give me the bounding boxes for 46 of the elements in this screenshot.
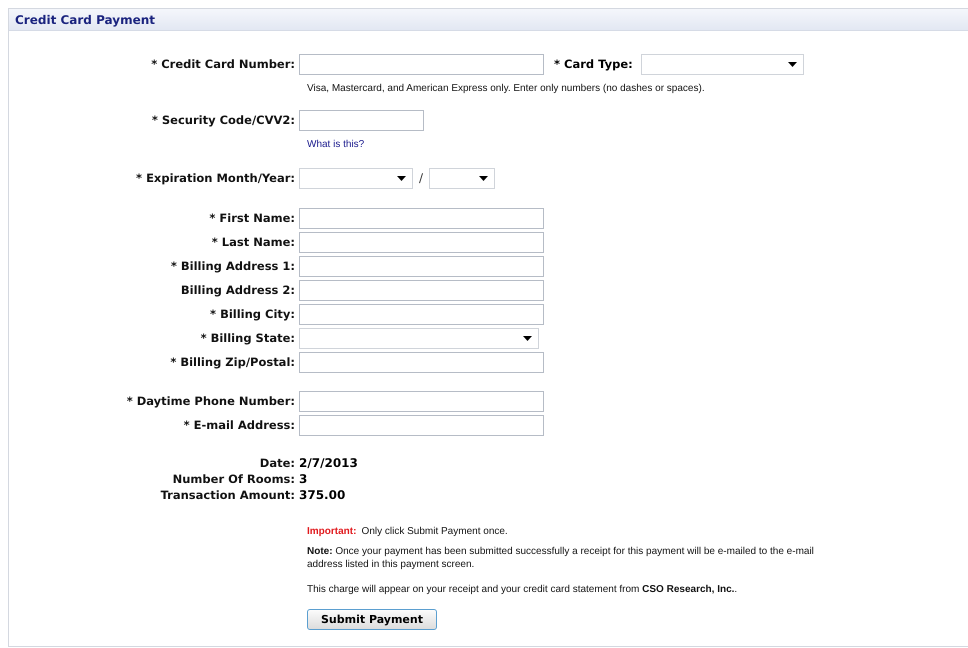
- caret-icon: [523, 336, 532, 340]
- input-field[interactable]: [299, 414, 544, 436]
- field-label: * Billing City:: [209, 307, 296, 321]
- note-text: Note: Once your payment has been submitted successfully a receipt for this payment will be e-mailed to the e-mail address listed in this payment screen.: [307, 545, 815, 571]
- panel-title: Credit Card Payment: [15, 12, 156, 26]
- input-field[interactable]: [299, 54, 544, 74]
- dropdown[interactable]: [429, 168, 496, 188]
- input-field[interactable]: [299, 110, 424, 130]
- input-field[interactable]: [299, 352, 544, 372]
- input-field[interactable]: [299, 256, 544, 276]
- field-label: * Billing State:: [200, 331, 296, 345]
- separator-text: /: [419, 171, 424, 185]
- caret-icon: [397, 176, 406, 180]
- input-field[interactable]: [299, 280, 544, 300]
- field-label: * Credit Card Number:: [150, 57, 296, 71]
- field-label: * Expiration Month/Year:: [135, 171, 296, 185]
- input-field[interactable]: [299, 208, 544, 228]
- field-label: * Card Type:: [554, 57, 633, 71]
- summary-value: 375.00: [299, 488, 346, 502]
- important-label: Important:: [307, 526, 356, 537]
- summary-value: 3: [299, 472, 308, 486]
- field-label: Billing Address 2:: [180, 283, 296, 297]
- charge-notice: This charge will appear on your receipt and your credit card statement from CSO Research, Inc..: [307, 583, 738, 596]
- submit-payment-button[interactable]: Submit Payment: [307, 609, 437, 630]
- dropdown[interactable]: [640, 54, 804, 74]
- hint-text: Visa, Mastercard, and American Express only. Enter only numbers (no dashes or spaces).: [307, 83, 705, 94]
- summary-label: Transaction Amount:: [160, 488, 296, 502]
- input-field[interactable]: [299, 232, 544, 252]
- field-label: * First Name:: [208, 211, 296, 225]
- field-label: * Daytime Phone Number:: [126, 394, 296, 408]
- dropdown[interactable]: [299, 328, 539, 348]
- summary-label: Date:: [258, 456, 296, 470]
- field-label: * Billing Address 1:: [170, 259, 296, 273]
- summary-value: 2/7/2013: [299, 456, 358, 470]
- field-label: * E-mail Address:: [182, 418, 296, 432]
- input-field[interactable]: [299, 390, 544, 412]
- dropdown[interactable]: [299, 168, 413, 188]
- caret-icon: [479, 176, 488, 180]
- field-label: * Billing Zip/Postal:: [169, 355, 296, 369]
- caret-icon: [788, 62, 797, 66]
- field-label: * Last Name:: [210, 235, 296, 249]
- field-label: * Security Code/CVV2:: [150, 113, 296, 127]
- help-link[interactable]: What is this?: [307, 139, 364, 150]
- important-message: Only click Submit Payment once.: [362, 526, 508, 537]
- input-field[interactable]: [299, 304, 544, 324]
- summary-label: Number Of Rooms:: [172, 472, 296, 486]
